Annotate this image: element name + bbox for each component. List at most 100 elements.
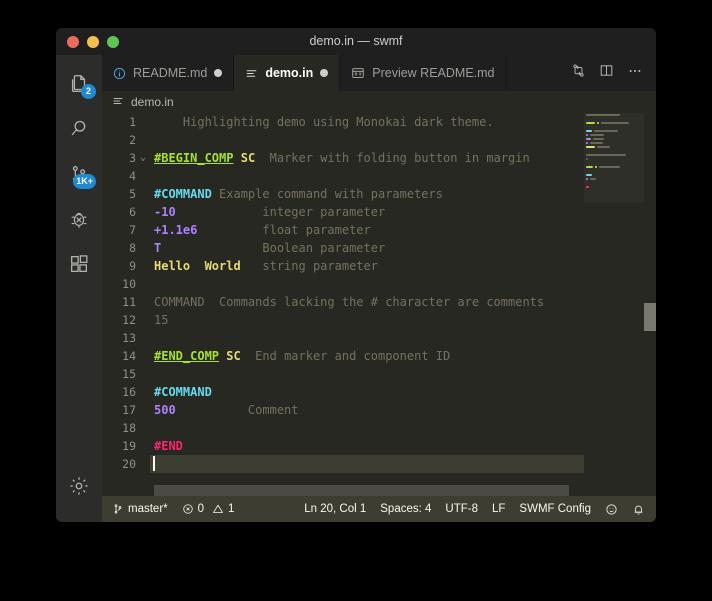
horizontal-scrollbar-thumb[interactable] (154, 485, 569, 496)
code-line[interactable]: 1 Highlighting demo using Monokai dark t… (102, 113, 656, 131)
code-text[interactable]: +1.1e6 float parameter (150, 221, 656, 239)
code-text[interactable] (150, 365, 656, 383)
code-text[interactable]: Highlighting demo using Monokai dark the… (150, 113, 656, 131)
vertical-scrollbar[interactable] (644, 113, 656, 496)
status-eol[interactable]: LF (485, 496, 512, 522)
status-branch[interactable]: master* (105, 496, 175, 522)
line-number: 13 (122, 331, 136, 345)
code-lines[interactable]: 1 Highlighting demo using Monokai dark t… (102, 113, 656, 496)
code-text[interactable]: T Boolean parameter (150, 239, 656, 257)
status-bar-left: master* 0 1 (102, 496, 241, 522)
breadcrumb[interactable]: demo.in (102, 91, 656, 113)
fold-gutter (136, 419, 150, 437)
code-line[interactable]: 19 #END (102, 437, 656, 455)
code-text[interactable]: -10 integer parameter (150, 203, 656, 221)
tab-dirty-indicator[interactable] (320, 69, 329, 77)
split-editor-icon[interactable] (599, 63, 614, 83)
code-line[interactable]: 5 #COMMAND Example command with parameter… (102, 185, 656, 203)
fold-gutter (136, 257, 150, 275)
code-text[interactable]: #END_COMP SC End marker and component ID (150, 347, 656, 365)
code-text[interactable]: 500 Comment (150, 401, 656, 419)
code-line[interactable]: 18 (102, 419, 656, 437)
status-indentation[interactable]: Spaces: 4 (373, 496, 438, 522)
minimap-slider[interactable] (584, 113, 644, 203)
code-text[interactable] (150, 167, 656, 185)
code-line[interactable]: 14 #END_COMP SC End marker and component … (102, 347, 656, 365)
fold-chevron-down-icon[interactable]: ⌄ (136, 149, 150, 167)
close-button[interactable] (67, 35, 79, 48)
fold-gutter (136, 185, 150, 203)
code-text[interactable]: #END (150, 437, 656, 455)
text-editor[interactable]: 1 Highlighting demo using Monokai dark t… (102, 113, 656, 496)
sidebar-item-run-and-debug[interactable] (56, 196, 102, 241)
status-notifications[interactable] (625, 496, 652, 522)
token-purple: 500 (154, 403, 176, 417)
code-line[interactable]: 7 +1.1e6 float parameter (102, 221, 656, 239)
token-green: #BEGIN_COMP (154, 151, 234, 165)
window-controls (67, 35, 119, 48)
status-encoding[interactable]: UTF-8 (438, 496, 485, 522)
code-line[interactable]: 12 15 (102, 311, 656, 329)
code-text[interactable]: 15 (150, 311, 656, 329)
line-number: 10 (122, 277, 136, 291)
window-title: demo.in — swmf (309, 34, 403, 48)
code-text[interactable]: #COMMAND Example command with parameters (150, 185, 656, 203)
code-text[interactable] (150, 419, 656, 437)
line-number: 4 (129, 169, 136, 183)
compare-icon[interactable] (571, 63, 586, 83)
explorer-badge: 2 (81, 84, 96, 99)
line-number: 19 (122, 439, 136, 453)
code-line[interactable]: 10 (102, 275, 656, 293)
token-comment: End marker and component ID (240, 349, 451, 363)
code-text[interactable]: #COMMAND (150, 383, 656, 401)
status-feedback[interactable] (598, 496, 625, 522)
code-line[interactable]: 2 (102, 131, 656, 149)
code-line[interactable]: 3 ⌄ #BEGIN_COMP SC Marker with folding but… (102, 149, 656, 167)
sidebar-item-explorer[interactable]: 2 (56, 61, 102, 106)
line-number: 3 (129, 151, 136, 165)
code-line[interactable]: 17 500 Comment (102, 401, 656, 419)
line-number: 7 (129, 223, 136, 237)
sidebar-item-source-control[interactable]: 1K+ (56, 151, 102, 196)
code-text[interactable] (150, 455, 656, 473)
line-number: 9 (129, 259, 136, 273)
code-line[interactable]: 8 T Boolean parameter (102, 239, 656, 257)
sidebar-item-extensions[interactable] (56, 241, 102, 286)
tab-readme[interactable]: README.md (102, 55, 235, 91)
fold-gutter (136, 167, 150, 185)
zoom-button[interactable] (107, 35, 119, 48)
code-line[interactable]: 11 COMMAND Commands lacking the # charact… (102, 293, 656, 311)
sidebar-item-search[interactable] (56, 106, 102, 151)
code-line[interactable]: 4 (102, 167, 656, 185)
tab-dirty-indicator[interactable] (214, 69, 223, 77)
code-line[interactable]: 20 (102, 455, 656, 473)
fold-gutter (136, 221, 150, 239)
sidebar-item-manage[interactable] (56, 463, 102, 508)
code-line[interactable]: 16 #COMMAND (102, 383, 656, 401)
fold-gutter (136, 347, 150, 365)
code-text[interactable] (150, 329, 656, 347)
code-text[interactable]: #BEGIN_COMP SC Marker with folding butto… (150, 149, 656, 167)
line-number: 14 (122, 349, 136, 363)
code-text[interactable]: COMMAND Commands lacking the # character… (150, 293, 656, 311)
token-pink: #END (154, 439, 183, 453)
code-line[interactable]: 15 (102, 365, 656, 383)
code-text[interactable]: Hello World string parameter (150, 257, 656, 275)
code-text[interactable] (150, 275, 656, 293)
line-number: 8 (129, 241, 136, 255)
code-line[interactable]: 13 (102, 329, 656, 347)
fold-gutter (136, 383, 150, 401)
list-icon (245, 67, 258, 80)
vertical-scrollbar-thumb[interactable] (644, 303, 656, 331)
ellipsis-icon[interactable] (627, 63, 643, 84)
code-text[interactable] (150, 131, 656, 149)
code-line[interactable]: 9 Hello World string parameter (102, 257, 656, 275)
tab-demo-in[interactable]: demo.in (234, 55, 341, 91)
minimize-button[interactable] (87, 35, 99, 48)
status-language-mode[interactable]: SWMF Config (512, 496, 598, 522)
tab-preview-readme[interactable]: Preview README.md (340, 55, 507, 91)
token-comment: string parameter (240, 259, 378, 273)
status-problems[interactable]: 0 1 (175, 496, 242, 522)
code-line[interactable]: 6 -10 integer parameter (102, 203, 656, 221)
status-cursor-position[interactable]: Ln 20, Col 1 (297, 496, 373, 522)
